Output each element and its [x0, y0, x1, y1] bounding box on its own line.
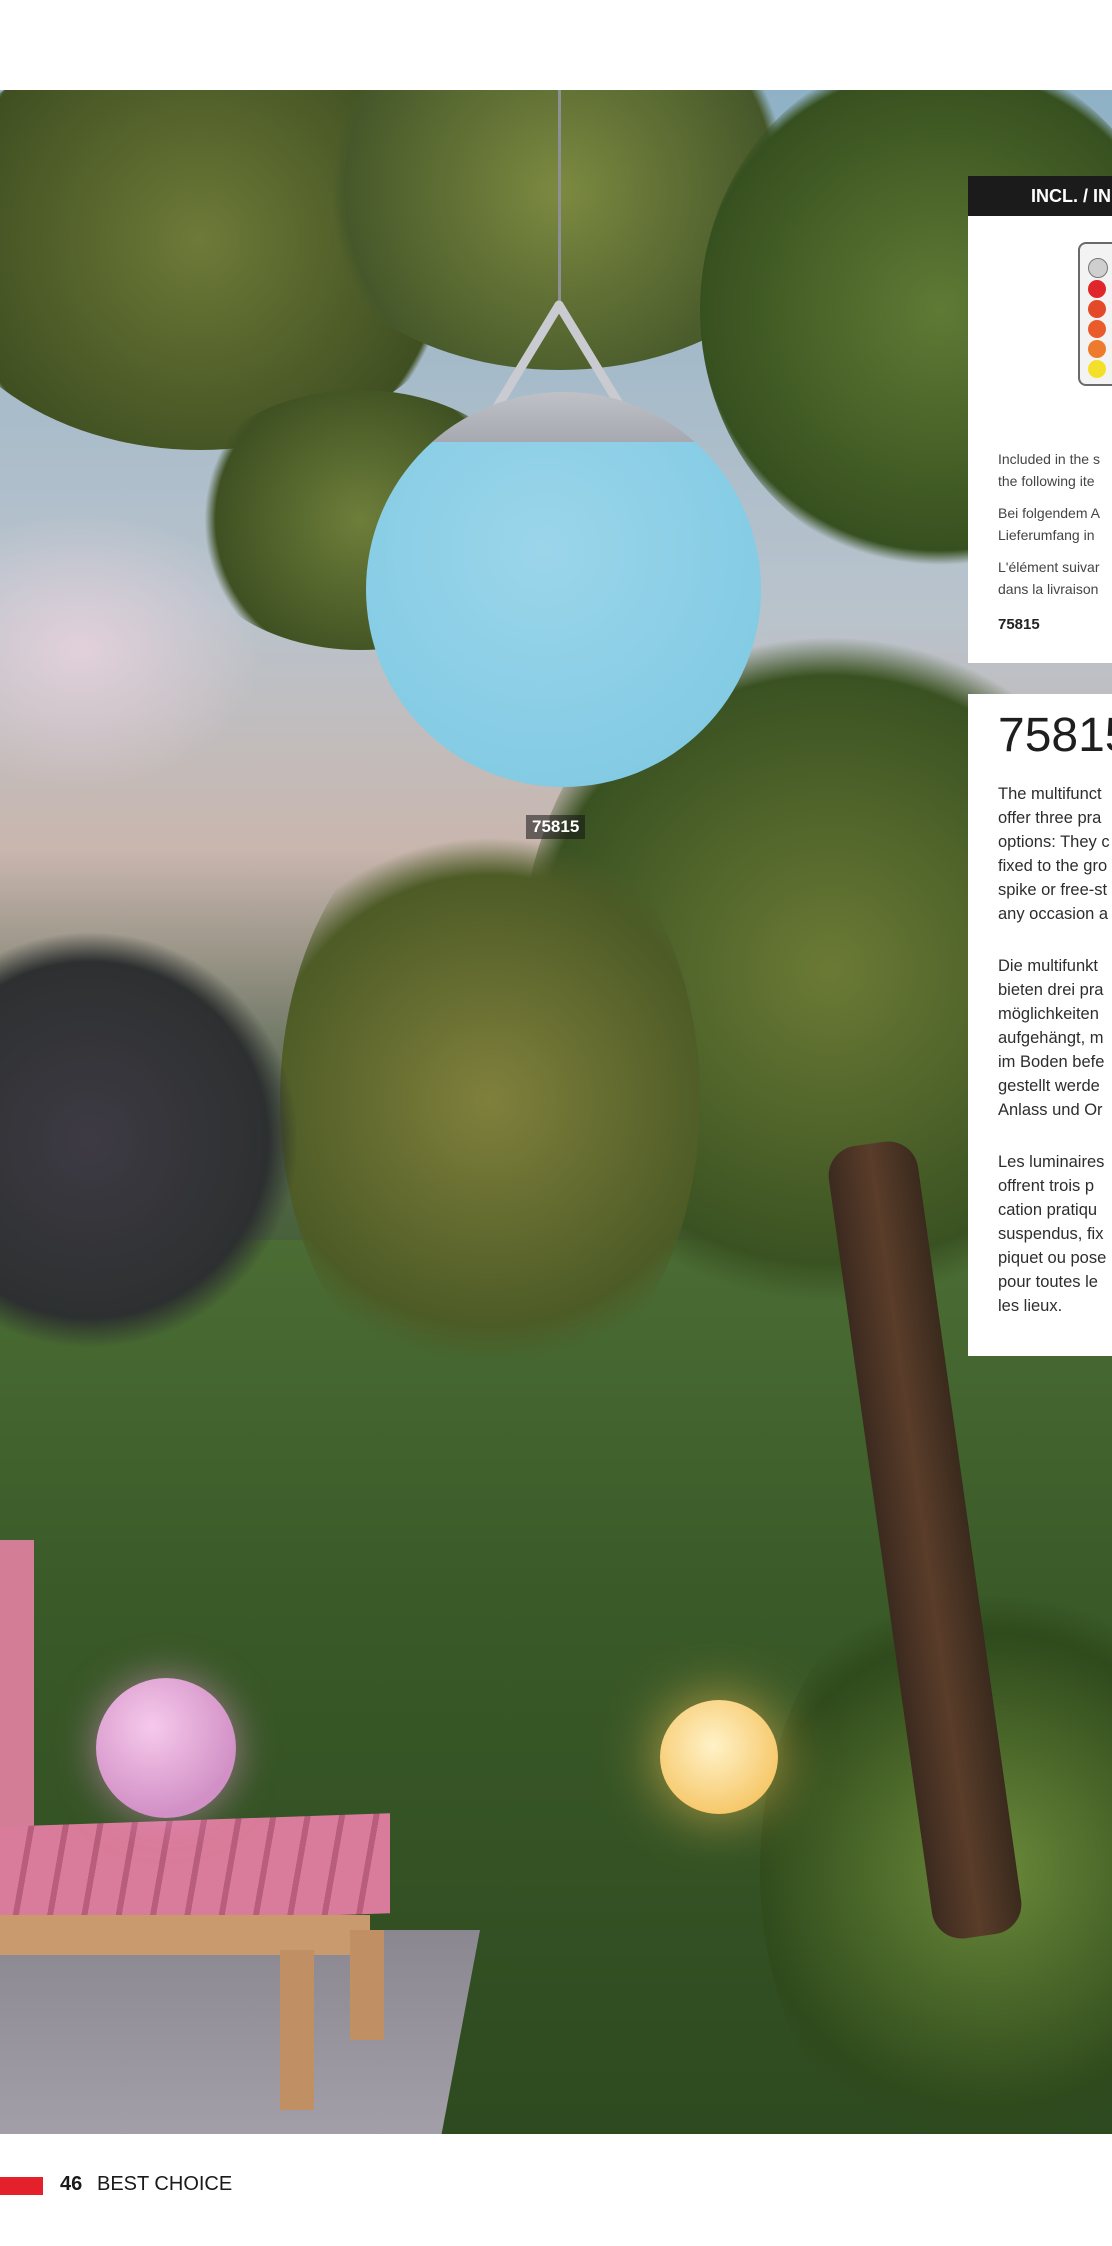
remote-control-icon	[1078, 242, 1112, 386]
bench-leg	[350, 1930, 384, 2040]
included-text-en: the following ite	[998, 473, 1095, 489]
description-fr: suspendus, fix	[998, 1225, 1104, 1243]
description-de: gestellt werde	[998, 1077, 1100, 1095]
footer-accent-bar	[0, 2177, 43, 2195]
description-de: im Boden befe	[998, 1053, 1105, 1071]
included-text-fr: L'élément suivar	[998, 559, 1100, 575]
included-text-de: Lieferumfang in	[998, 527, 1095, 543]
bench-front	[0, 1915, 370, 1955]
garden-bench	[0, 1813, 390, 1927]
description-en: options: They c	[998, 833, 1110, 851]
pink-glowing-ball	[96, 1678, 236, 1818]
included-text-en: Included in the s	[998, 451, 1100, 467]
power-button-icon	[1088, 258, 1108, 278]
product-tag: 75815	[526, 815, 586, 839]
included-text-de: Bei folgendem A	[998, 505, 1100, 521]
description-panel: 75815 The multifunct offer three pra opt…	[968, 694, 1112, 1356]
description-en: fixed to the gro	[998, 857, 1108, 875]
included-item-number: 75815	[998, 616, 1040, 633]
hanging-rope	[558, 90, 561, 305]
page-number: 46	[60, 2173, 83, 2195]
description-fr: pour toutes le	[998, 1273, 1098, 1291]
catalog-title: BEST CHOICE	[97, 2173, 233, 2195]
lamp-cap	[366, 392, 761, 442]
description-fr: Les luminaires	[998, 1153, 1105, 1171]
description-de: Die multifunkt	[998, 957, 1098, 975]
description-fr: les lieux.	[998, 1297, 1063, 1315]
description-fr: cation pratiqu	[998, 1201, 1098, 1219]
description-de: bieten drei pra	[998, 981, 1104, 999]
description-en: offer three pra	[998, 809, 1102, 827]
description-fr: piquet ou pose	[998, 1249, 1107, 1267]
included-text-fr: dans la livraison	[998, 581, 1099, 597]
included-header: INCL. / IN	[968, 176, 1112, 216]
description-de: Anlass und Or	[998, 1101, 1103, 1119]
color-button-icon	[1088, 360, 1106, 378]
bench-leg	[280, 1950, 314, 2110]
gravel-patch	[0, 1930, 480, 2134]
color-button-icon	[1088, 280, 1106, 298]
description-en: spike or free-st	[998, 881, 1108, 899]
description-de: aufgehängt, m	[998, 1029, 1104, 1047]
yellow-glowing-ball	[660, 1700, 778, 1814]
product-title: 75815	[998, 709, 1112, 762]
tree-foliage	[280, 790, 700, 1410]
color-button-icon	[1088, 340, 1106, 358]
color-button-icon	[1088, 320, 1106, 338]
blue-ball-lamp	[366, 392, 761, 787]
garden-chair	[0, 1540, 34, 1860]
color-button-icon	[1088, 300, 1106, 318]
description-en: The multifunct	[998, 785, 1102, 803]
description-fr: offrent trois p	[998, 1177, 1094, 1195]
included-panel: INCL. / IN Included in the s the followi…	[968, 176, 1112, 663]
description-de: möglichkeiten	[998, 1005, 1099, 1023]
description-en: any occasion a	[998, 905, 1109, 923]
